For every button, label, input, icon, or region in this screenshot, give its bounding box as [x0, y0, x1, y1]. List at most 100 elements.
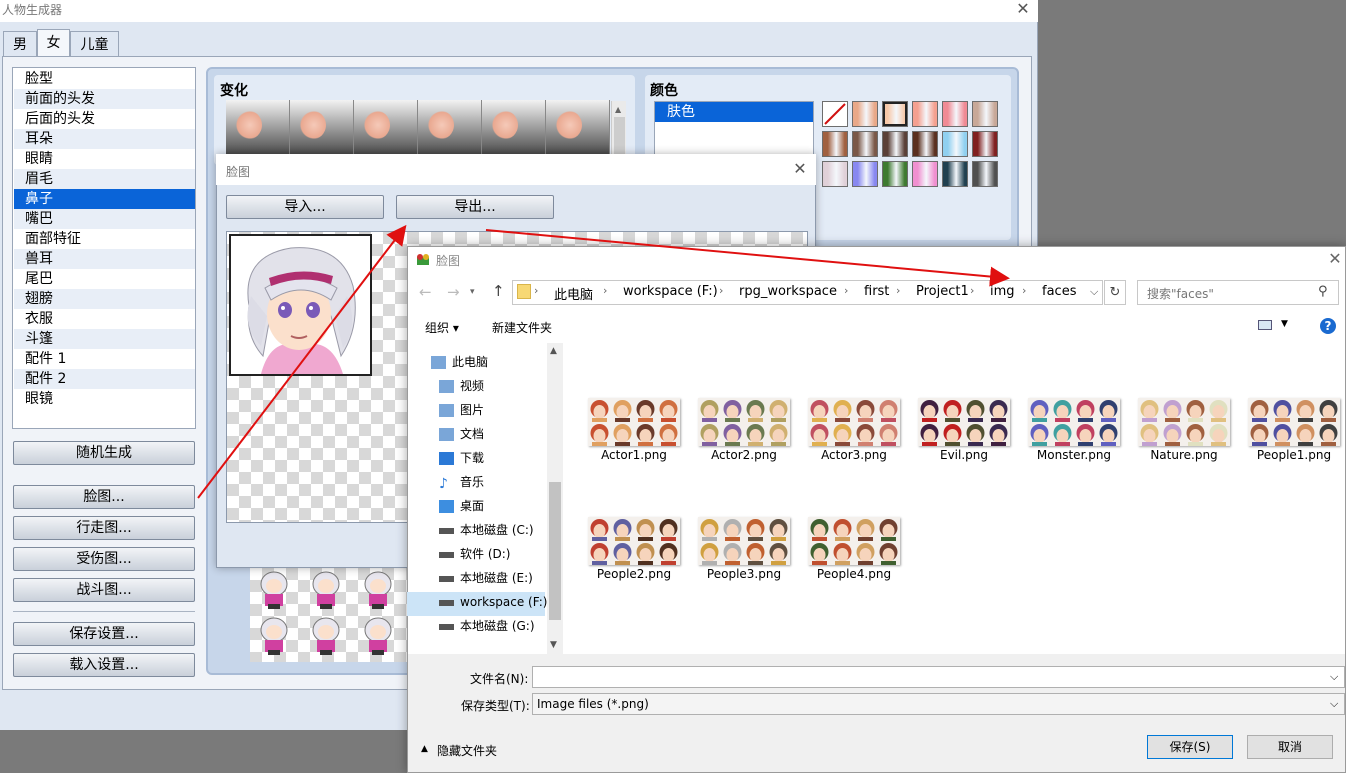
nav-item[interactable]: 本地磁盘 (E:) [460, 567, 533, 589]
nav-scroll-down-icon[interactable]: ▼ [550, 640, 557, 650]
nav-item[interactable]: 图片 [460, 399, 484, 421]
tab-child[interactable]: 儿童 [70, 31, 119, 57]
battle-image-button[interactable]: 战斗图... [13, 578, 195, 602]
variation-option[interactable] [354, 100, 418, 158]
part-item[interactable]: 尾巴 [14, 269, 195, 289]
part-list[interactable]: 脸型 前面的头发 后面的头发 耳朵 眼睛 眉毛 鼻子 嘴巴 面部特征 兽耳 尾巴 翅膀 衣服 斗篷 配件 1… [12, 67, 196, 429]
tab-female[interactable]: 女 [37, 29, 70, 57]
file-thumbnail[interactable] [588, 517, 680, 565]
part-item[interactable]: 衣服 [14, 309, 195, 329]
address-dropdown-icon[interactable]: ⌵ [1090, 285, 1098, 299]
nav-item[interactable]: 此电脑 [452, 351, 488, 373]
nav-item[interactable]: 文档 [460, 423, 484, 445]
scroll-thumb[interactable] [614, 117, 625, 155]
part-item[interactable]: 配件 1 [14, 349, 195, 369]
part-item[interactable]: 眉毛 [14, 169, 195, 189]
organize-menu[interactable]: 组织 ▾ [425, 319, 459, 336]
color-swatch[interactable] [912, 101, 938, 127]
nav-item[interactable]: 音乐 [460, 471, 484, 493]
random-generate-button[interactable]: 随机生成 [13, 441, 195, 465]
breadcrumb-separator-icon[interactable]: › [844, 284, 848, 297]
breadcrumb-item[interactable]: Project1 [916, 284, 969, 299]
save-button[interactable]: 保存(S) [1147, 735, 1233, 759]
breadcrumb-item[interactable]: rpg_workspace [739, 284, 837, 299]
file-name[interactable]: Actor1.png [579, 448, 689, 462]
file-thumbnail[interactable] [918, 398, 1010, 446]
file-thumbnail[interactable] [1028, 398, 1120, 446]
face-image-button[interactable]: 脸图... [13, 485, 195, 509]
part-item[interactable]: 脸型 [14, 69, 195, 89]
variation-option[interactable] [546, 100, 610, 158]
file-thumbnail[interactable] [808, 517, 900, 565]
breadcrumb-item[interactable]: first [864, 284, 889, 299]
load-settings-button[interactable]: 载入设置... [13, 653, 195, 677]
file-name[interactable]: People3.png [689, 567, 799, 581]
color-swatch[interactable] [822, 161, 848, 187]
breadcrumb-separator-icon[interactable]: › [896, 284, 900, 297]
search-input[interactable]: 搜索"faces" [1137, 280, 1339, 305]
variation-option[interactable] [226, 100, 290, 158]
damage-image-button[interactable]: 受伤图... [13, 547, 195, 571]
file-name[interactable]: People4.png [799, 567, 909, 581]
file-thumbnail[interactable] [698, 517, 790, 565]
breadcrumb-item[interactable]: img [990, 284, 1015, 299]
breadcrumb-separator-icon[interactable]: › [1022, 284, 1026, 297]
view-mode-icon[interactable] [1258, 320, 1272, 330]
nav-scroll-thumb[interactable] [549, 482, 561, 620]
breadcrumb-item[interactable]: faces [1042, 284, 1076, 299]
color-swatch[interactable] [942, 131, 968, 157]
nav-item[interactable]: 桌面 [460, 495, 484, 517]
part-item[interactable]: 兽耳 [14, 249, 195, 269]
face-dialog-close-button[interactable]: ✕ [789, 160, 811, 180]
filetype-dropdown-icon[interactable]: ⌵ [1330, 697, 1338, 711]
color-item-skin[interactable]: 肤色 [655, 102, 813, 122]
forward-arrow-icon[interactable]: → [447, 283, 460, 301]
walk-image-button[interactable]: 行走图... [13, 516, 195, 540]
export-button[interactable]: 导出... [396, 195, 554, 219]
part-item[interactable]: 耳朵 [14, 129, 195, 149]
view-dropdown-icon[interactable]: ▼ [1281, 319, 1288, 329]
part-item[interactable]: 面部特征 [14, 229, 195, 249]
help-icon[interactable]: ? [1320, 318, 1336, 334]
save-settings-button[interactable]: 保存设置... [13, 622, 195, 646]
recent-dropdown-icon[interactable]: ▾ [470, 287, 475, 297]
main-close-button[interactable]: ✕ [1012, 0, 1034, 20]
part-item[interactable]: 后面的头发 [14, 109, 195, 129]
file-name[interactable]: People1.png [1239, 448, 1346, 462]
color-swatch[interactable] [972, 101, 998, 127]
hide-folders-toggle[interactable]: 隐藏文件夹 [437, 742, 497, 759]
file-thumbnail[interactable] [1138, 398, 1230, 446]
color-swatch[interactable] [852, 101, 878, 127]
import-button[interactable]: 导入... [226, 195, 384, 219]
breadcrumb-separator-icon[interactable]: › [719, 284, 723, 297]
nav-item[interactable]: 视频 [460, 375, 484, 397]
nav-item[interactable]: workspace (F:) [460, 591, 547, 613]
part-item[interactable]: 前面的头发 [14, 89, 195, 109]
tab-male[interactable]: 男 [3, 31, 37, 57]
nav-item[interactable]: 下载 [460, 447, 484, 469]
color-swatch[interactable] [882, 161, 908, 187]
variation-option[interactable] [290, 100, 354, 158]
filetype-select[interactable]: Image files (*.png) [532, 693, 1345, 715]
file-name[interactable]: Monster.png [1019, 448, 1129, 462]
file-name[interactable]: Nature.png [1129, 448, 1239, 462]
color-swatch[interactable] [912, 131, 938, 157]
color-swatch[interactable] [822, 131, 848, 157]
up-arrow-icon[interactable]: ↑ [492, 282, 505, 300]
breadcrumb-separator-icon[interactable]: › [534, 284, 538, 297]
file-dialog-close-button[interactable]: ✕ [1324, 250, 1346, 270]
color-swatch[interactable] [972, 161, 998, 187]
breadcrumb-item[interactable]: 此电脑 [554, 284, 593, 303]
part-item[interactable]: 眼镜 [14, 389, 195, 409]
part-item[interactable]: 眼睛 [14, 149, 195, 169]
part-item[interactable]: 斗篷 [14, 329, 195, 349]
filename-dropdown-icon[interactable]: ⌵ [1330, 670, 1338, 684]
file-thumbnail[interactable] [698, 398, 790, 446]
breadcrumb-separator-icon[interactable]: › [970, 284, 974, 297]
breadcrumb-separator-icon[interactable]: › [603, 284, 607, 297]
nav-scroll-up-icon[interactable]: ▲ [550, 346, 557, 356]
file-name[interactable]: Evil.png [909, 448, 1019, 462]
color-swatch[interactable] [912, 161, 938, 187]
nav-item[interactable]: 本地磁盘 (C:) [460, 519, 534, 541]
color-swatch[interactable] [882, 131, 908, 157]
